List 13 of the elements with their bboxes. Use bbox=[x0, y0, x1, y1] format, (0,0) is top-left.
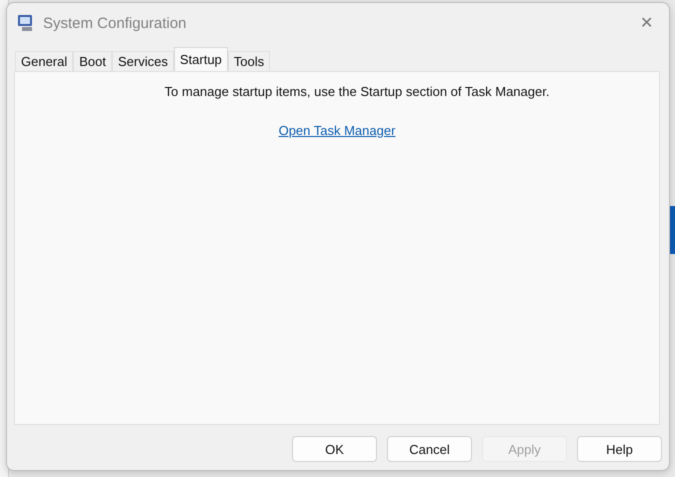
close-button[interactable]: ✕ bbox=[634, 11, 659, 35]
tab[interactable]: Startup bbox=[174, 47, 228, 71]
tab[interactable]: Tools bbox=[228, 51, 270, 71]
computer-icon bbox=[17, 14, 35, 32]
tab[interactable]: Boot bbox=[73, 51, 112, 71]
window-title: System Configuration bbox=[43, 14, 188, 32]
open-task-manager-link[interactable]: Open Task Manager bbox=[278, 123, 396, 138]
dialog-button[interactable]: Cancel bbox=[387, 436, 472, 462]
info-text: To manage startup items, use the Startup section of Task Manager. bbox=[164, 84, 550, 99]
dialog-button[interactable]: Help bbox=[577, 436, 662, 462]
tab[interactable]: Services bbox=[112, 51, 174, 71]
tab[interactable]: General bbox=[15, 51, 74, 71]
dialog-button[interactable]: OK bbox=[292, 436, 377, 462]
